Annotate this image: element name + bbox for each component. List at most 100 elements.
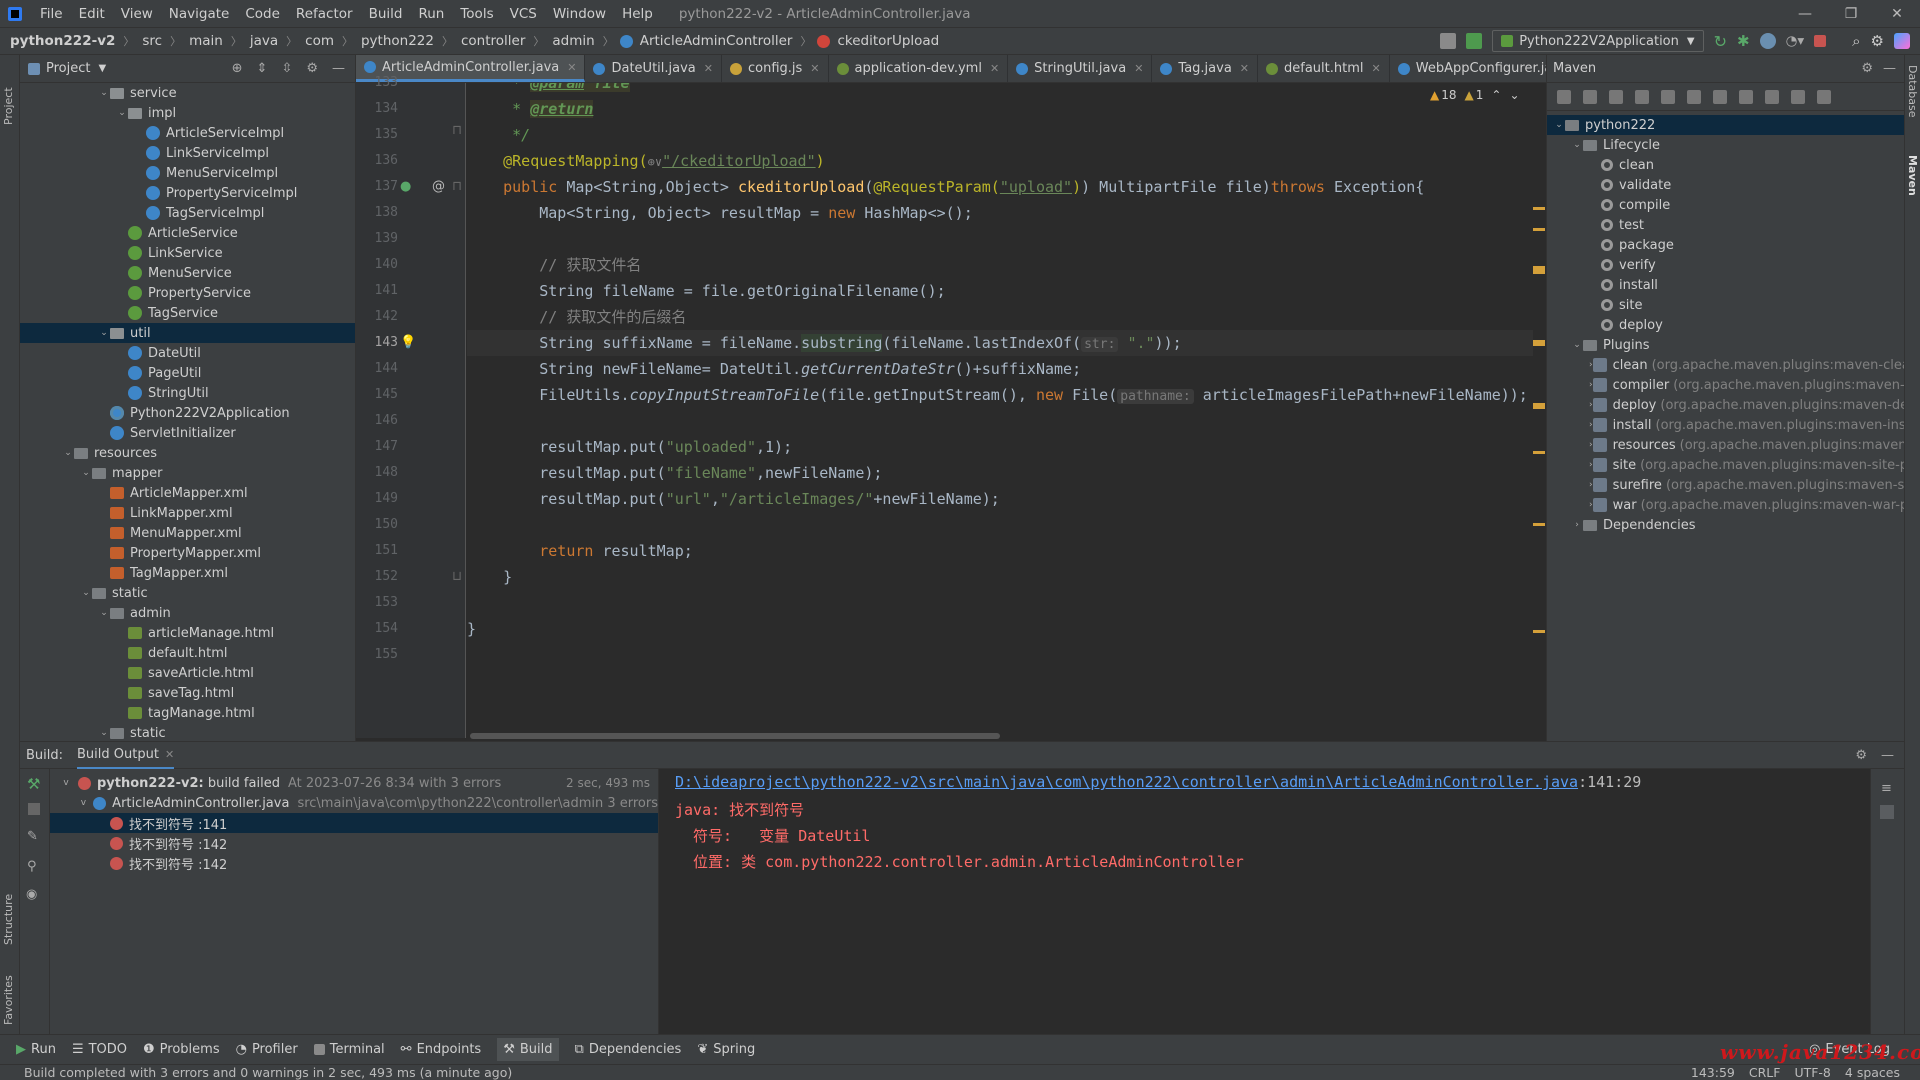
editor-tab[interactable]: application-dev.yml ✕ (829, 55, 1009, 82)
maven-lifecycle-goal[interactable]: package (1547, 235, 1904, 255)
menu-window[interactable]: Window (545, 6, 614, 22)
terminal-tool-button[interactable]: Terminal (313, 1042, 385, 1057)
chevron-down-icon[interactable]: ⌄ (98, 328, 110, 338)
editor-tab[interactable]: DateUtil.java ✕ (585, 55, 722, 82)
editor-tab[interactable]: WebAppConfigurer.java✕ (1390, 55, 1546, 82)
soft-wrap-icon[interactable]: ≡ (1881, 781, 1892, 796)
close-tab-icon[interactable]: ✕ (1240, 62, 1249, 75)
expand-all-icon[interactable]: ⇕ (257, 61, 268, 76)
editor-horizontal-scrollbar[interactable] (470, 733, 1000, 739)
generate-sources-icon[interactable] (1583, 89, 1597, 104)
project-tree-item[interactable]: PropertyService (20, 283, 355, 303)
maven-lifecycle-goal[interactable]: site (1547, 295, 1904, 315)
menu-refactor[interactable]: Refactor (288, 6, 361, 22)
inspection-widget[interactable]: ▲ 18 ▲ 1 ⌃ ⌄ (1430, 88, 1520, 102)
project-tree-item[interactable]: DateUtil (20, 343, 355, 363)
project-tree-item[interactable]: default.html (20, 643, 355, 663)
build-tool-button[interactable]: ⚒ Build (497, 1038, 559, 1061)
pin-icon[interactable]: ⚲ (27, 859, 37, 874)
project-tree-item[interactable]: saveArticle.html (20, 663, 355, 683)
indent-setting[interactable]: 4 spaces (1845, 1065, 1900, 1080)
chevron-down-icon[interactable]: ⌄ (80, 588, 92, 598)
breadcrumb-admin[interactable]: admin (550, 33, 596, 49)
maven-lifecycle-item[interactable]: ⌄ Lifecycle (1547, 135, 1904, 155)
chevron-down-icon[interactable]: ⌄ (1509, 88, 1519, 102)
project-tree-item[interactable]: ⌄ util (20, 323, 355, 343)
build-output-console[interactable]: D:\ideaproject\python222-v2\src\main\jav… (660, 769, 1870, 1034)
chevron-down-icon[interactable]: ⌄ (98, 608, 110, 618)
collapse-all-icon[interactable] (1791, 89, 1805, 104)
settings-gear-icon[interactable]: ⚙ (1871, 32, 1884, 50)
maven-plugin-item[interactable]: › site (org.apache.maven.plugins:maven-sit… (1547, 455, 1904, 475)
wrench-icon[interactable]: ✎ (27, 829, 38, 844)
chevron-down-icon[interactable]: ⌄ (116, 108, 128, 118)
maven-tree[interactable]: ⌄ python222 ⌄ Lifecycle clean validate compile… (1547, 111, 1904, 741)
project-panel-title[interactable]: Project (46, 61, 90, 76)
endpoints-tool-button[interactable]: ⚯ Endpoints (401, 1042, 482, 1057)
maven-plugin-item[interactable]: › resources (org.apache.maven.plugins:mave… (1547, 435, 1904, 455)
editor-tab[interactable]: Tag.java ✕ (1152, 55, 1259, 82)
stop-icon[interactable] (28, 803, 40, 815)
spring-tool-button[interactable]: ❦ Spring (697, 1042, 755, 1057)
editor-tab[interactable]: config.js ✕ (722, 55, 829, 82)
caret-position[interactable]: 143:59 (1691, 1065, 1735, 1080)
project-tree-item[interactable]: ⌄ impl (20, 103, 355, 123)
source-file-link[interactable]: D:\ideaproject\python222-v2\src\main\jav… (675, 773, 1578, 791)
hide-icon[interactable]: — (1881, 748, 1894, 763)
rebuild-icon[interactable]: ⚒ (27, 775, 40, 793)
fold-icon[interactable]: ⊔ (452, 569, 462, 584)
structure-tool-button[interactable]: Structure (2, 875, 15, 945)
close-tab-icon[interactable]: ✕ (567, 61, 576, 74)
chevron-up-icon[interactable]: ⌃ (1491, 88, 1501, 102)
menu-help[interactable]: Help (614, 6, 661, 22)
menu-build[interactable]: Build (361, 6, 411, 22)
menu-tools[interactable]: Tools (452, 6, 501, 22)
dependencies-tool-button[interactable]: ⧉ Dependencies (575, 1042, 682, 1057)
reload-icon[interactable] (1557, 89, 1571, 104)
close-tab-icon[interactable]: ✕ (810, 62, 819, 75)
project-tree-item[interactable]: Python222V2Application (20, 403, 355, 423)
spring-bean-icon[interactable]: ● (400, 179, 411, 194)
maven-plugin-item[interactable]: › surefire (org.apache.maven.plugins:maven… (1547, 475, 1904, 495)
menu-run[interactable]: Run (410, 6, 452, 22)
maven-tool-button[interactable]: Maven (1906, 155, 1919, 215)
gear-icon[interactable]: ⚙ (1861, 61, 1873, 76)
breadcrumb-method[interactable]: ckeditorUpload (835, 33, 941, 49)
build-file-item[interactable]: v ArticleAdminController.java src\main\j… (50, 793, 658, 813)
maven-lifecycle-goal[interactable]: test (1547, 215, 1904, 235)
project-tree-item[interactable]: ⌄ admin (20, 603, 355, 623)
eye-icon[interactable]: ◉ (26, 887, 37, 902)
show-dependencies-icon[interactable] (1765, 89, 1779, 104)
hide-icon[interactable]: — (332, 61, 345, 76)
chevron-icon[interactable]: ⌄ (1571, 140, 1583, 150)
close-tab-icon[interactable]: ✕ (1372, 62, 1381, 75)
menu-file[interactable]: File (32, 6, 71, 22)
project-tree-item[interactable]: PropertyMapper.xml (20, 543, 355, 563)
hide-icon[interactable]: — (1883, 61, 1896, 76)
todo-tool-button[interactable]: ☰ TODO (72, 1042, 127, 1057)
maven-plugin-item[interactable]: › install (org.apache.maven.plugins:maven-… (1547, 415, 1904, 435)
editor-tab[interactable]: StringUtil.java ✕ (1008, 55, 1153, 82)
maven-plugins-item[interactable]: ⌄ Plugins (1547, 335, 1904, 355)
project-tree-item[interactable]: MenuServiceImpl (20, 163, 355, 183)
fold-icon[interactable]: ⊓ (452, 179, 462, 194)
project-tree-item[interactable]: PropertyServiceImpl (20, 183, 355, 203)
rerun-icon[interactable]: ↻ (1714, 32, 1727, 51)
project-tree-item[interactable]: saveTag.html (20, 683, 355, 703)
chevron-icon[interactable]: › (1571, 520, 1583, 530)
lightbulb-icon[interactable]: 💡 (400, 335, 416, 350)
run-tool-button[interactable]: ▶ Run (16, 1042, 56, 1057)
project-tool-button[interactable]: Project (2, 65, 15, 125)
code-editor[interactable]: * @param file * @return */ @RequestMappi… (467, 83, 1537, 738)
build-error-item[interactable]: 找不到符号 :142 (50, 853, 658, 873)
user-icon[interactable] (1440, 33, 1457, 49)
stop-icon[interactable] (1814, 35, 1827, 47)
file-encoding[interactable]: UTF-8 (1794, 1065, 1830, 1080)
project-tree-item[interactable]: ServletInitializer (20, 423, 355, 443)
chevron-down-icon[interactable]: ⌄ (98, 88, 110, 98)
wrench-icon[interactable] (1817, 89, 1831, 104)
breadcrumb-class[interactable]: ArticleAdminController (638, 33, 795, 49)
locate-icon[interactable]: ⊕ (232, 61, 243, 76)
chevron-down-icon[interactable]: ⌄ (62, 448, 74, 458)
close-tab-icon[interactable]: ✕ (704, 62, 713, 75)
